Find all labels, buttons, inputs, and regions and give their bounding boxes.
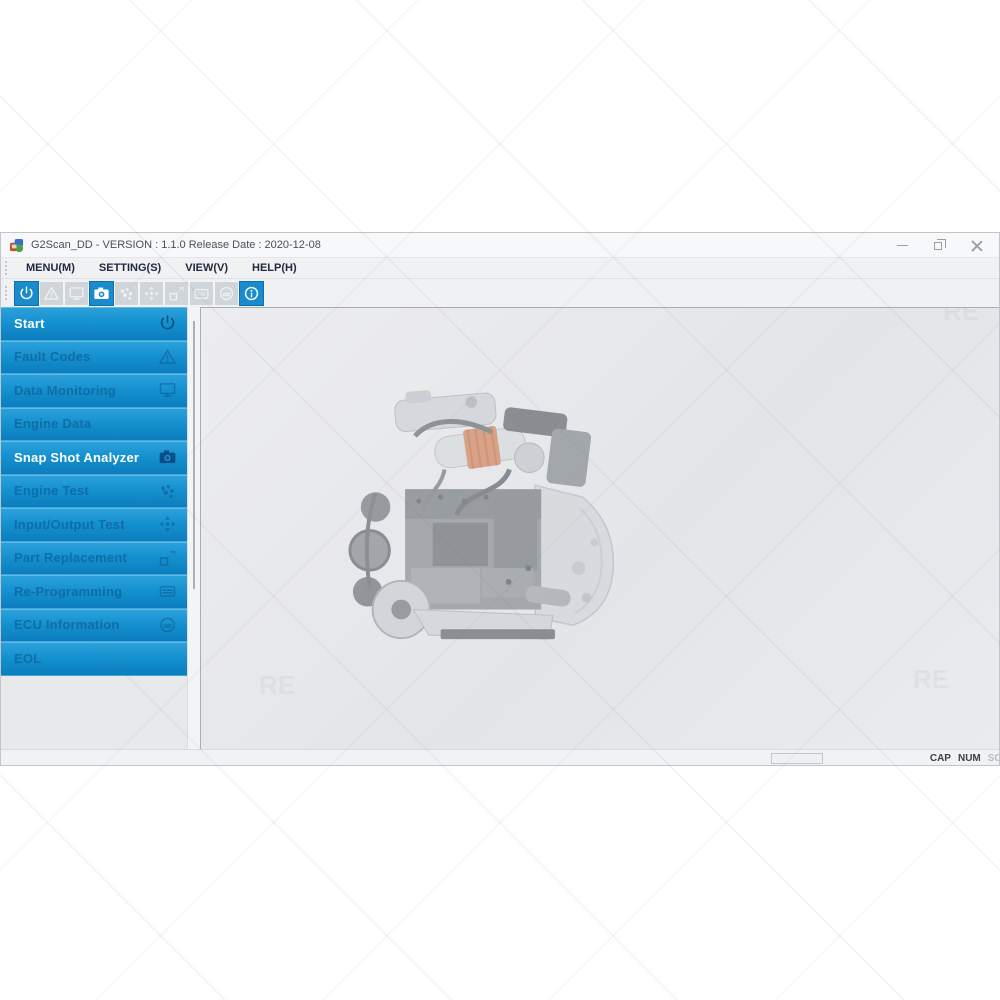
ecu-ring-icon: [157, 614, 178, 635]
menu-item-view[interactable]: VIEW(V): [173, 262, 240, 274]
camera-icon: [157, 447, 178, 468]
part-replacement-button: [164, 281, 189, 306]
app-logo-icon: [9, 238, 24, 253]
scroll-lock-indicator: SCRL: [988, 753, 1000, 764]
monitor-icon: [157, 380, 178, 401]
engine-test-button: [114, 281, 139, 306]
menu-item-setting[interactable]: SETTING(S): [87, 262, 173, 274]
monitor-icon: [67, 284, 86, 303]
menu-item-menu[interactable]: MENU(M): [14, 262, 87, 274]
fault-codes-button: [39, 281, 64, 306]
watermark: RE: [943, 307, 979, 327]
info-icon: [242, 284, 261, 303]
menu-bar: MENU(M) SETTING(S) VIEW(V) HELP(H): [1, 257, 999, 278]
ecu-ring-icon: [217, 284, 236, 303]
app-window: G2Scan_DD - VERSION : 1.1.0 Release Date…: [0, 232, 1000, 766]
vertical-scrollbar[interactable]: [187, 307, 200, 749]
gamepad-icon: [157, 480, 178, 501]
toolbar-grip[interactable]: [5, 286, 9, 300]
toolbar-grip[interactable]: [5, 261, 9, 275]
window-title: G2Scan_DD - VERSION : 1.1.0 Release Date…: [31, 239, 321, 251]
warning-icon: [157, 346, 178, 367]
re-programming-button: File: [189, 281, 214, 306]
main-panel: RE RE RE: [200, 307, 999, 749]
engine-photo: [346, 374, 622, 640]
arrow-share-icon: [167, 284, 186, 303]
svg-text:File: File: [197, 291, 205, 297]
watermark: RE: [259, 670, 295, 701]
gamepad-icon: [117, 284, 136, 303]
caps-lock-indicator: CAP: [930, 753, 951, 764]
sidebar-item-fault-codes: Fault Codes: [1, 341, 187, 375]
scrollbar-thumb[interactable]: [193, 321, 195, 589]
sidebar-item-snap-shot-analyzer[interactable]: Snap Shot Analyzer: [1, 441, 187, 475]
dpad-arrows-icon: [157, 514, 178, 535]
watermark: RE: [913, 664, 949, 695]
close-icon[interactable]: [970, 239, 983, 252]
power-icon: [17, 284, 36, 303]
dpad-arrows-icon: [142, 284, 161, 303]
sidebar-item-eol: EOL: [1, 642, 187, 676]
restore-icon[interactable]: [933, 239, 946, 252]
arrow-share-icon: [157, 547, 178, 568]
camera-icon: [92, 284, 111, 303]
sidebar-item-re-programming: Re-Programming: [1, 575, 187, 609]
sidebar-item-engine-test: Engine Test: [1, 475, 187, 509]
status-bar: CAP NUM SCRL: [1, 749, 999, 766]
sidebar-item-start[interactable]: Start: [1, 307, 187, 341]
status-pane: [771, 753, 823, 764]
info-button[interactable]: [239, 281, 264, 306]
ecu-information-button: [214, 281, 239, 306]
start-button[interactable]: [14, 281, 39, 306]
sidebar: Start Fault Codes Data Monitoring Engine…: [1, 307, 187, 749]
io-test-button: [139, 281, 164, 306]
data-monitoring-button: [64, 281, 89, 306]
sidebar-item-ecu-information: ECU Information: [1, 609, 187, 643]
file-icon: File: [192, 284, 211, 303]
title-bar: G2Scan_DD - VERSION : 1.1.0 Release Date…: [1, 233, 999, 257]
minimize-icon[interactable]: [896, 239, 909, 252]
file-icon: [157, 581, 178, 602]
sidebar-item-io-test: Input/Output Test: [1, 508, 187, 542]
menu-item-help[interactable]: HELP(H): [240, 262, 309, 274]
sidebar-item-part-replacement: Part Replacement: [1, 542, 187, 576]
warning-icon: [42, 284, 61, 303]
sidebar-item-data-monitoring: Data Monitoring: [1, 374, 187, 408]
content-area: Start Fault Codes Data Monitoring Engine…: [1, 307, 999, 749]
toolbar: File: [1, 278, 999, 307]
num-lock-indicator: NUM: [958, 753, 981, 764]
snapshot-button[interactable]: [89, 281, 114, 306]
sidebar-item-engine-data: Engine Data: [1, 408, 187, 442]
power-icon: [157, 313, 178, 334]
